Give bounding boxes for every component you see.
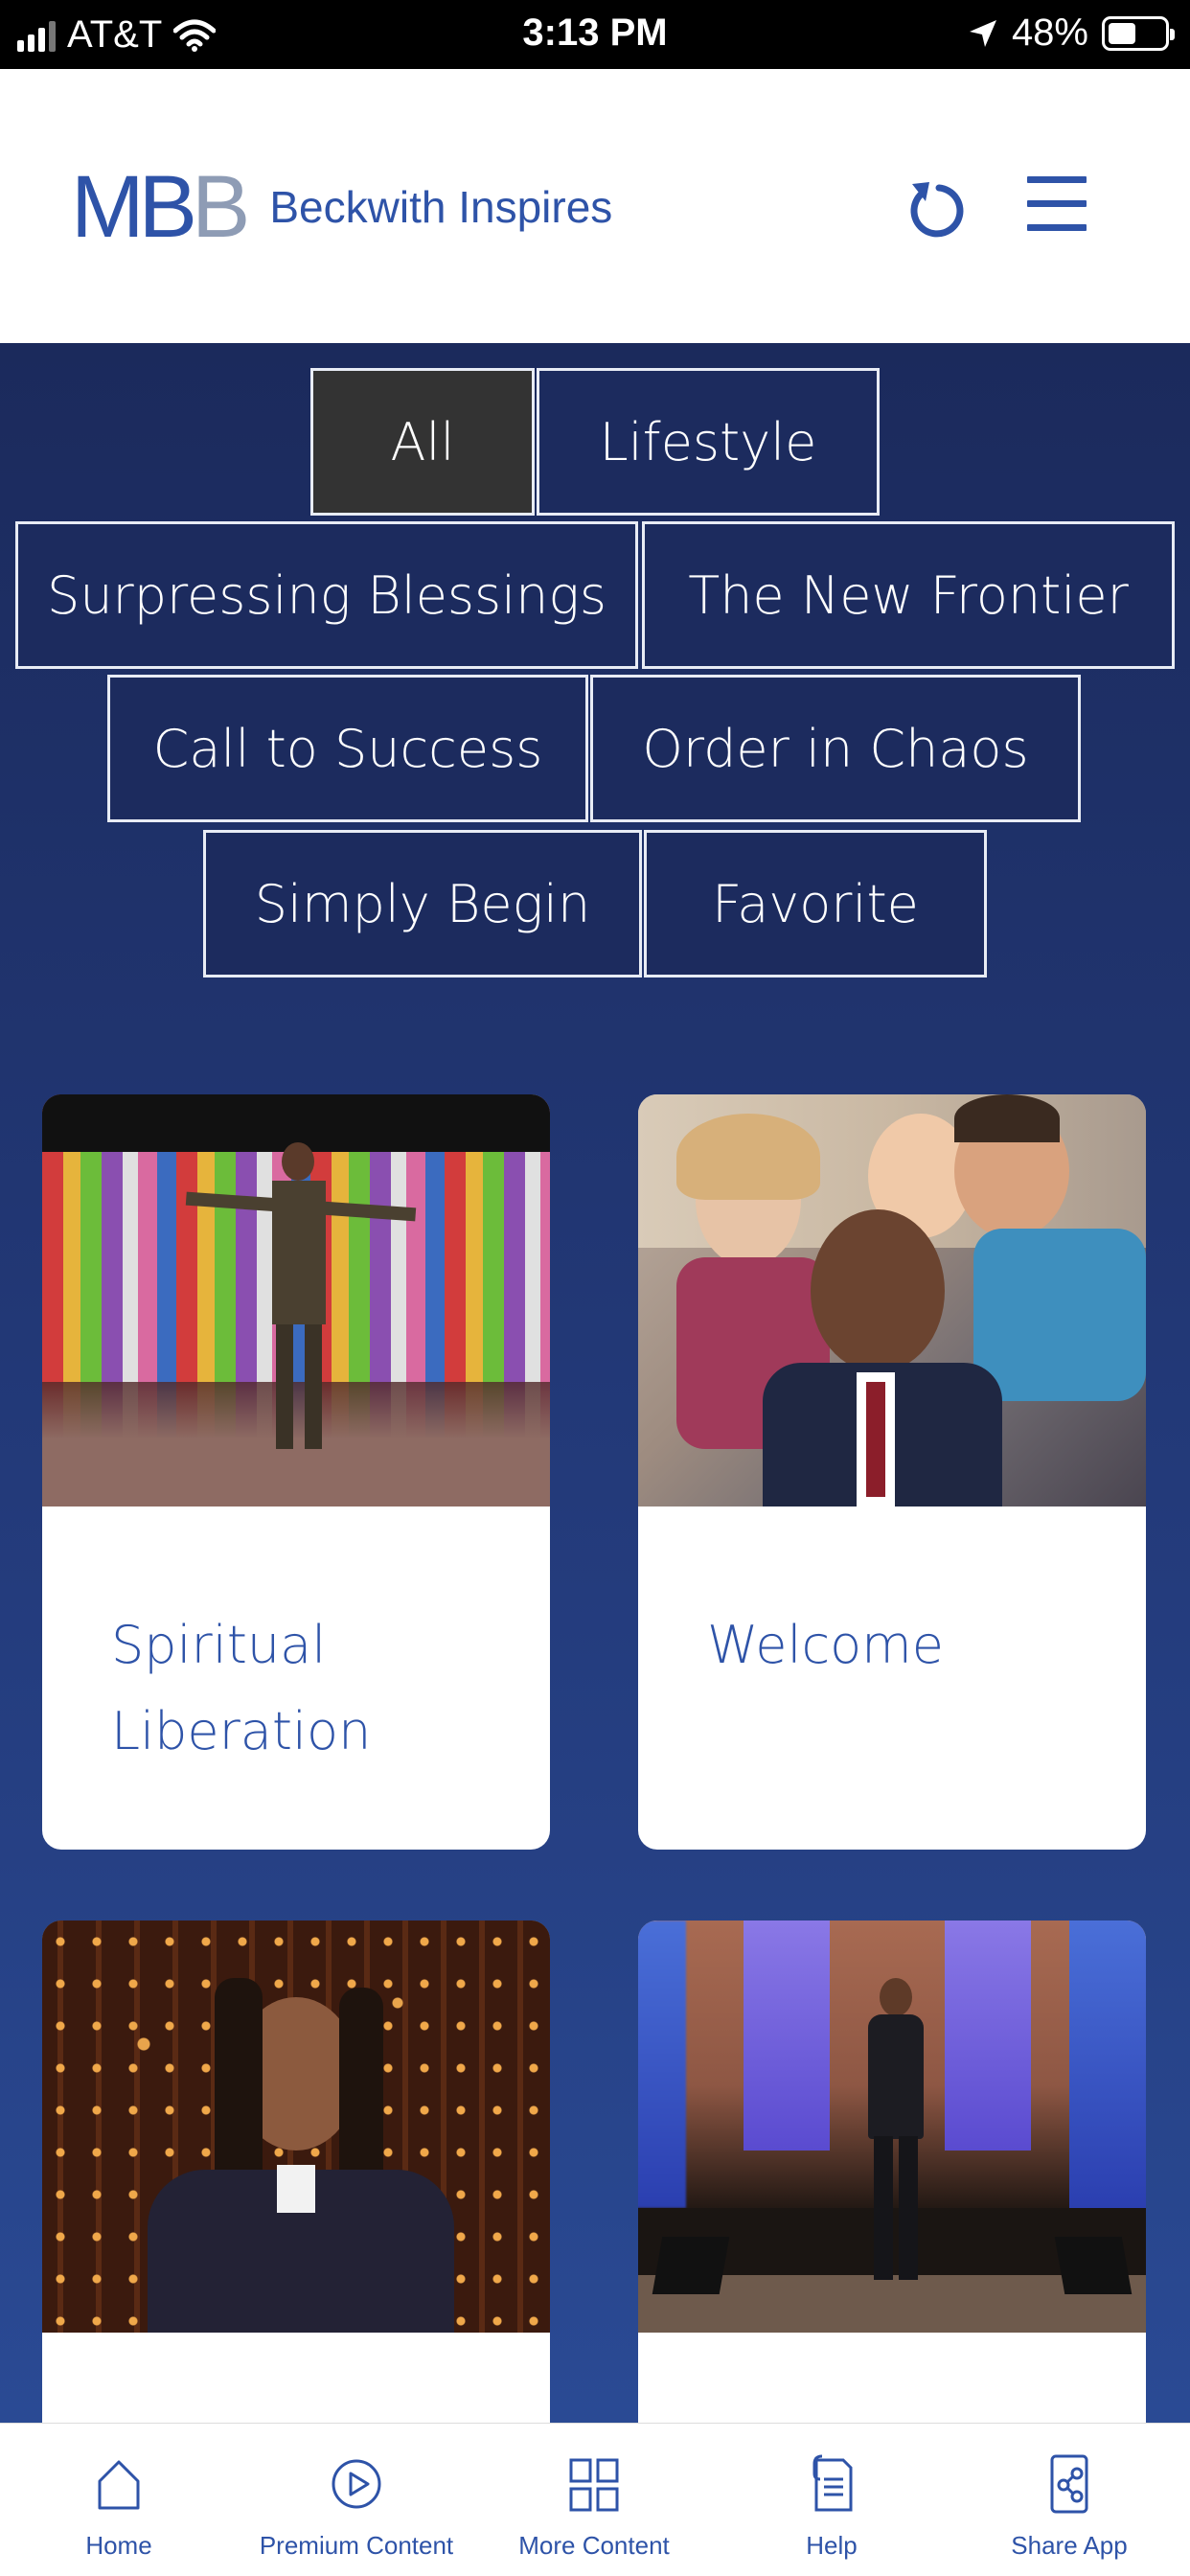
content-area: All Lifestyle Surpressing Blessings The … <box>0 343 1190 2496</box>
grid-icon <box>569 2458 619 2512</box>
tab-label: Home <box>85 2531 152 2560</box>
filter-all[interactable]: All <box>310 368 535 516</box>
refresh-icon <box>910 182 964 238</box>
app-logo[interactable]: MBB Beckwith Inspires <box>71 163 612 251</box>
logo-mark-primary: MB <box>71 158 197 256</box>
filter-surpressing-blessings[interactable]: Surpressing Blessings <box>15 521 638 669</box>
menu-button[interactable] <box>1027 176 1087 240</box>
status-bar: AT&T 3:13 PM 48% <box>0 0 1190 69</box>
filter-label: Order in Chaos <box>642 718 1029 779</box>
card-title-line: Welcome <box>707 1615 945 1675</box>
content-card[interactable]: Spiritual Liberation <box>42 1094 550 1850</box>
content-card[interactable]: Welcome <box>638 1094 1146 1850</box>
battery-percent: 48% <box>1011 12 1088 54</box>
content-card[interactable] <box>42 1920 550 2496</box>
battery-icon <box>1102 15 1175 51</box>
content-card[interactable] <box>638 1920 1146 2496</box>
tab-label: Share App <box>1011 2531 1128 2560</box>
filter-label: Surpressing Blessings <box>47 564 606 626</box>
app-header: MBB Beckwith Inspires <box>0 69 1190 343</box>
tab-premium-content[interactable]: Premium Content <box>238 2424 475 2576</box>
tab-label: Help <box>806 2531 858 2560</box>
bottom-tab-bar: Home Premium Content More Content Help S… <box>0 2423 1190 2576</box>
play-icon <box>332 2459 381 2509</box>
card-thumbnail <box>42 1920 550 2333</box>
location-arrow-icon <box>969 19 996 47</box>
filter-label: Simply Begin <box>254 873 591 934</box>
filter-order-in-chaos[interactable]: Order in Chaos <box>590 675 1081 822</box>
filter-favorite[interactable]: Favorite <box>644 830 987 978</box>
help-document-icon <box>812 2454 853 2512</box>
card-title-line: Liberation <box>111 1701 372 1761</box>
tab-share-app[interactable]: Share App <box>950 2424 1188 2576</box>
status-right: 48% <box>968 12 1175 55</box>
battery-fill <box>1109 22 1135 44</box>
tab-help[interactable]: Help <box>713 2424 950 2576</box>
filter-call-to-success[interactable]: Call to Success <box>107 675 588 822</box>
tab-label: Premium Content <box>259 2531 454 2560</box>
home-icon <box>98 2460 140 2510</box>
logo-text: Beckwith Inspires <box>269 182 613 232</box>
tab-home[interactable]: Home <box>0 2424 238 2576</box>
tab-more-content[interactable]: More Content <box>475 2424 713 2576</box>
filter-simply-begin[interactable]: Simply Begin <box>203 830 642 978</box>
card-thumbnail <box>638 1094 1146 1506</box>
filter-label: Call to Success <box>152 718 543 779</box>
logo-mark-secondary: B <box>192 158 250 256</box>
filter-label: All <box>390 411 455 472</box>
card-thumbnail <box>42 1094 550 1506</box>
filter-label: The New Frontier <box>688 564 1129 626</box>
share-icon <box>1050 2454 1088 2514</box>
filter-lifestyle[interactable]: Lifestyle <box>537 368 880 516</box>
filter-label: Lifestyle <box>599 411 817 472</box>
card-title: Spiritual Liberation <box>111 1602 514 1775</box>
filter-label: Favorite <box>712 873 919 934</box>
filter-new-frontier[interactable]: The New Frontier <box>642 521 1175 669</box>
logo-mark: MBB <box>71 163 250 251</box>
card-title-line: Spiritual <box>111 1615 327 1675</box>
card-thumbnail <box>638 1920 1146 2333</box>
card-title: Welcome <box>707 1602 1110 1689</box>
tab-label: More Content <box>518 2531 670 2560</box>
refresh-button[interactable] <box>901 172 968 243</box>
menu-icon <box>1027 176 1087 183</box>
